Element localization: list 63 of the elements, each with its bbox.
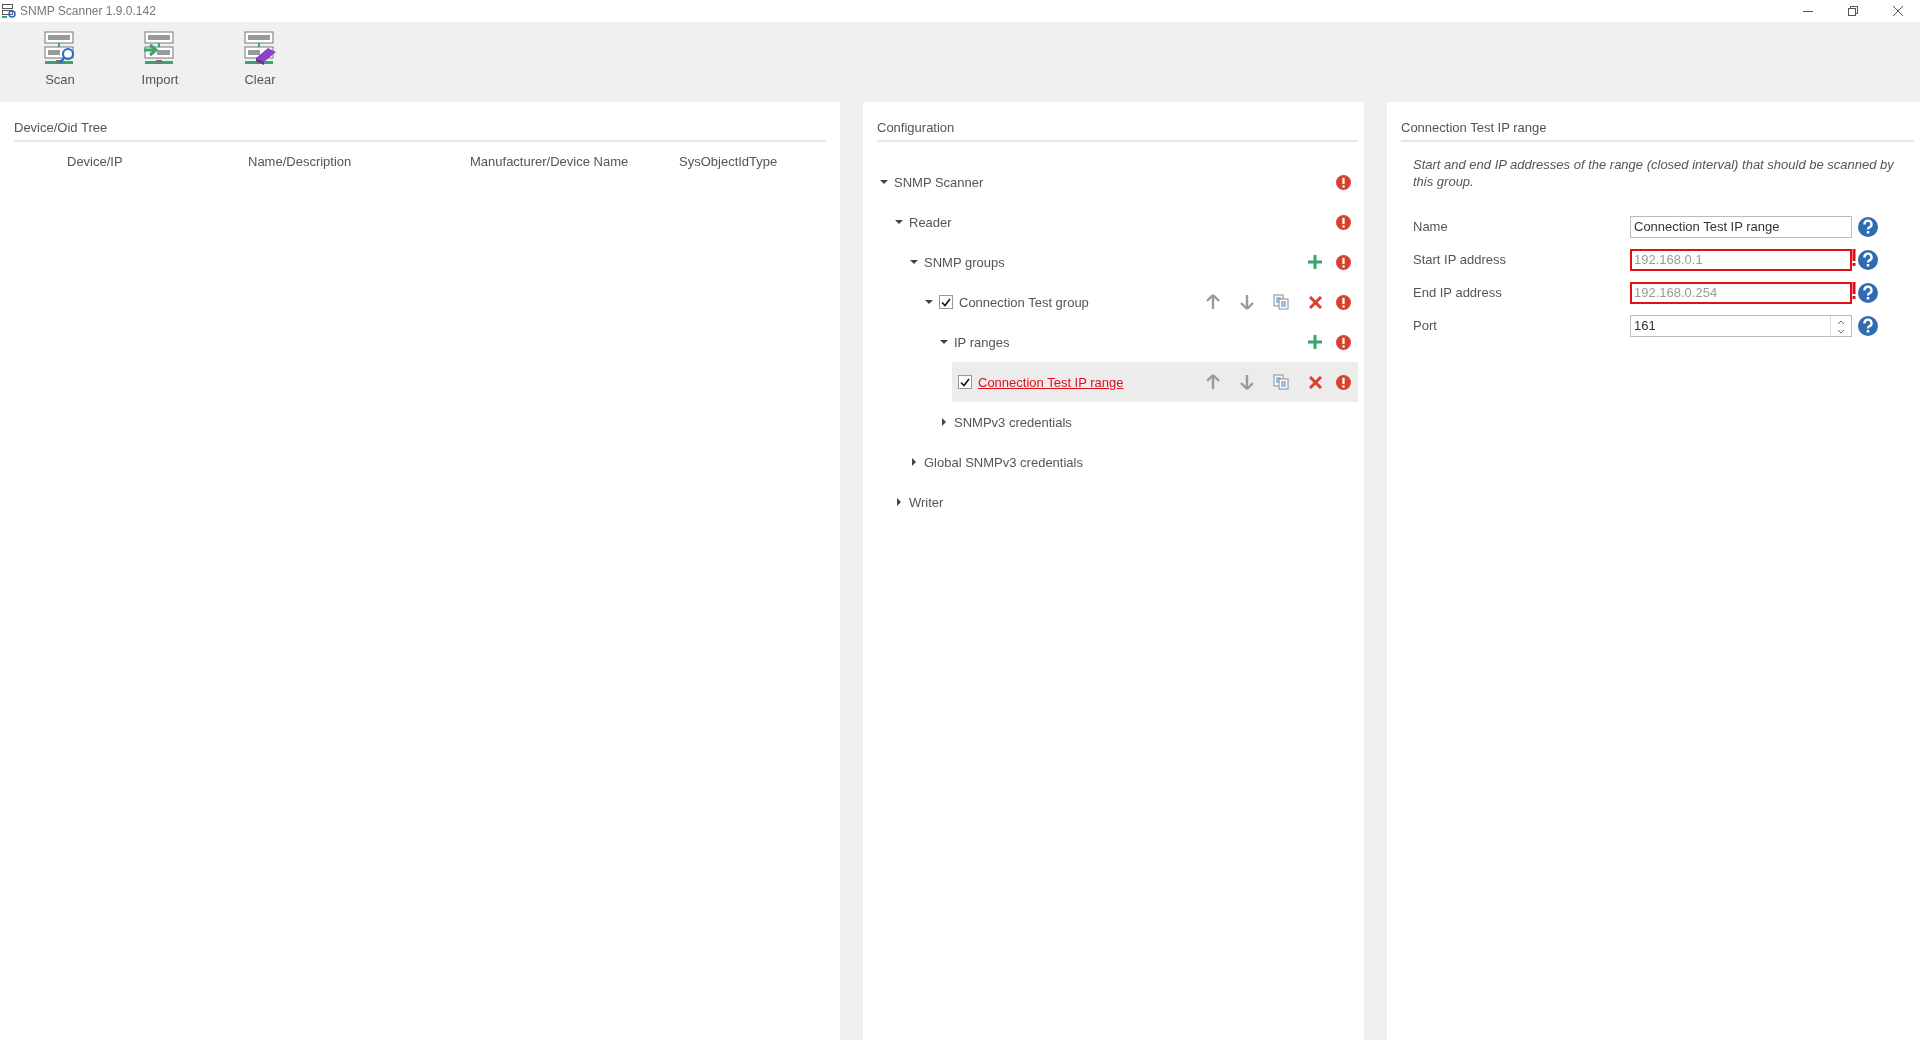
down-arrow-icon[interactable] bbox=[1240, 294, 1254, 310]
column-header[interactable]: Name/Description bbox=[248, 154, 470, 169]
tree-item-label[interactable]: Connection Test IP range bbox=[978, 374, 1196, 390]
error-icon bbox=[1335, 214, 1351, 230]
expanded-arrow-icon[interactable] bbox=[940, 340, 948, 344]
toolbar-button[interactable]: Import bbox=[130, 30, 190, 87]
checkbox[interactable] bbox=[939, 295, 953, 309]
help-icon[interactable] bbox=[1858, 282, 1878, 303]
error-icon bbox=[1335, 174, 1351, 190]
column-header[interactable]: Device/IP bbox=[67, 154, 248, 169]
close-icon[interactable] bbox=[1892, 6, 1903, 16]
panel-title: Configuration bbox=[877, 102, 1358, 142]
field-label: Name bbox=[1413, 219, 1449, 234]
help-icon[interactable] bbox=[1858, 315, 1878, 336]
help-icon[interactable] bbox=[1858, 249, 1878, 270]
tree-item-label[interactable]: SNMPv3 credentials bbox=[954, 414, 1354, 430]
delete-icon[interactable] bbox=[1308, 375, 1322, 389]
column-header[interactable]: SysObjectIdType bbox=[679, 154, 826, 169]
toolbar-button[interactable]: Scan bbox=[30, 30, 90, 87]
up-arrow-icon[interactable] bbox=[1206, 294, 1220, 310]
error-icon bbox=[1335, 294, 1351, 310]
tree-item-label[interactable]: Global SNMPv3 credentials bbox=[924, 454, 1354, 470]
error-icon bbox=[1335, 254, 1351, 270]
column-header[interactable]: Manufacturer/Device Name bbox=[470, 154, 679, 169]
field-label: Start IP address bbox=[1413, 252, 1507, 267]
selected-tree-row[interactable]: Connection Test IP range bbox=[952, 362, 1358, 402]
input-field[interactable]: Connection Test IP range bbox=[1630, 215, 1852, 238]
collapsed-arrow-icon[interactable] bbox=[912, 458, 916, 466]
spin-field[interactable]: 161 bbox=[1630, 314, 1852, 337]
description-text: Start and end IP addresses of the range (closed interval) that should be scanned by this group. bbox=[1413, 156, 1895, 190]
eraser-icon bbox=[242, 30, 278, 66]
toolbar-button[interactable]: Clear bbox=[230, 30, 290, 87]
expanded-arrow-icon[interactable] bbox=[910, 260, 918, 264]
expanded-arrow-icon[interactable] bbox=[895, 220, 903, 224]
window-title: SNMP Scanner 1.9.0.142 bbox=[20, 4, 157, 18]
tree-item-label[interactable]: SNMP groups bbox=[924, 254, 1298, 270]
copy-icon[interactable] bbox=[1273, 294, 1289, 310]
panel-title: Device/Oid Tree bbox=[14, 102, 826, 142]
panel-title: Connection Test IP range bbox=[1401, 102, 1914, 142]
add-icon[interactable] bbox=[1308, 255, 1322, 269]
expanded-arrow-icon[interactable] bbox=[925, 300, 933, 304]
delete-icon[interactable] bbox=[1308, 295, 1322, 309]
warning-mark-icon bbox=[1852, 249, 1856, 267]
help-icon[interactable] bbox=[1858, 216, 1878, 237]
collapsed-arrow-icon[interactable] bbox=[942, 418, 946, 426]
error-icon bbox=[1335, 374, 1351, 390]
collapsed-arrow-icon[interactable] bbox=[897, 498, 901, 506]
expanded-arrow-icon[interactable] bbox=[880, 180, 888, 184]
checkbox[interactable] bbox=[958, 375, 972, 389]
warning-mark-icon bbox=[1852, 282, 1856, 300]
error-icon bbox=[1335, 334, 1351, 350]
tree-item-label[interactable]: Reader bbox=[909, 214, 1332, 230]
minimize-icon[interactable] bbox=[1802, 10, 1813, 12]
tree-item-label[interactable]: Writer bbox=[909, 494, 1354, 510]
field-label: Port bbox=[1413, 318, 1438, 333]
tree-item-label[interactable]: SNMP Scanner bbox=[894, 174, 1332, 190]
field-label: End IP address bbox=[1413, 285, 1503, 300]
tree-item-label[interactable]: Connection Test group bbox=[959, 294, 1196, 310]
copy-icon[interactable] bbox=[1273, 374, 1289, 390]
spin-arrows-icon[interactable] bbox=[1837, 318, 1845, 335]
add-icon[interactable] bbox=[1308, 335, 1322, 349]
tree-item-label[interactable]: IP ranges bbox=[954, 334, 1298, 350]
restore-icon[interactable] bbox=[1847, 6, 1858, 16]
